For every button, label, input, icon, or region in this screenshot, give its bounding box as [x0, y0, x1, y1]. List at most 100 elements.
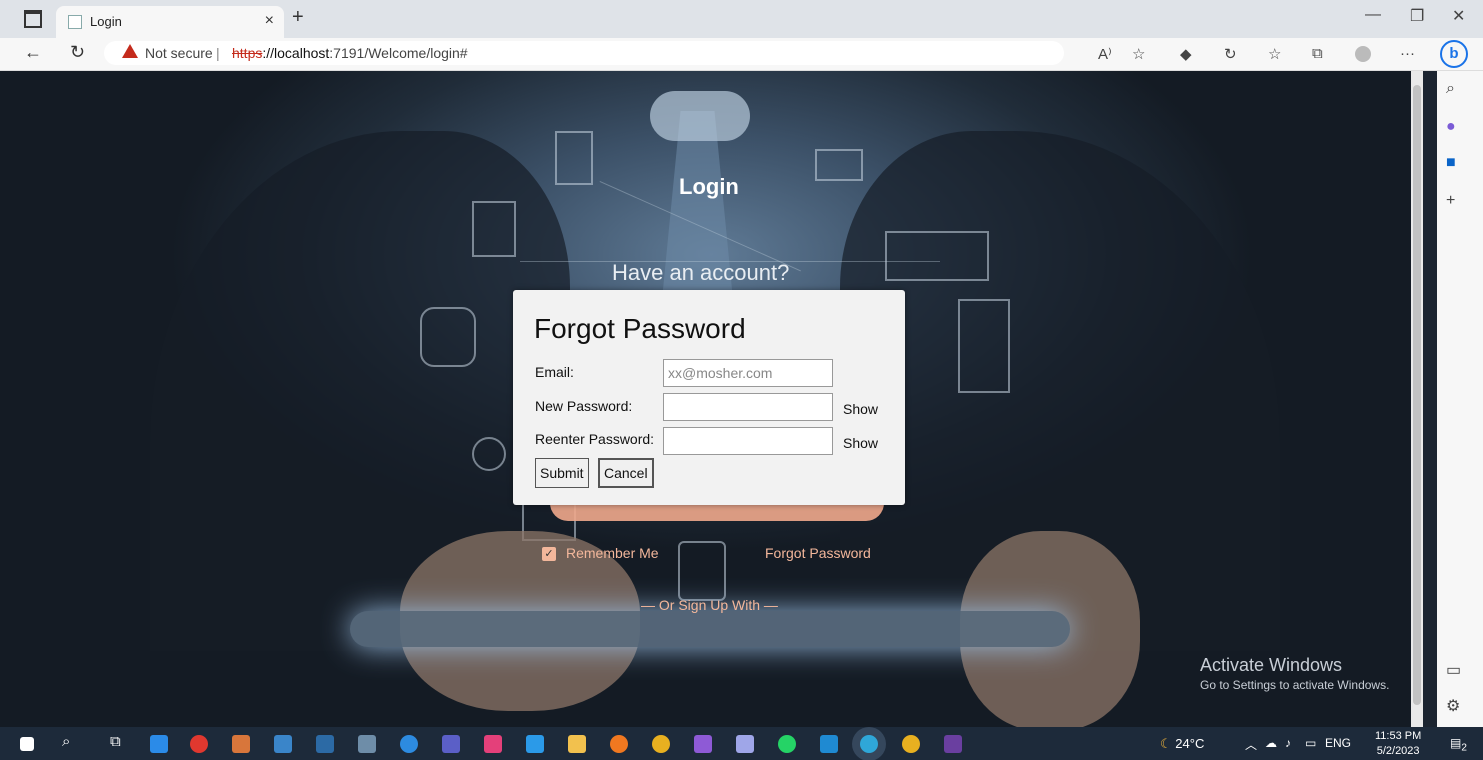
background-network-icon — [958, 299, 1010, 393]
activate-windows-title: Activate Windows — [1200, 655, 1343, 675]
terminal-icon[interactable] — [944, 735, 962, 753]
app-icon[interactable] — [400, 735, 418, 753]
app-icon[interactable] — [190, 735, 208, 753]
firefox-icon[interactable] — [610, 735, 628, 753]
sidebar-panel-icon[interactable]: ▭ — [1446, 660, 1461, 680]
reenter-password-input[interactable] — [663, 427, 833, 455]
teams-icon[interactable] — [442, 735, 460, 753]
sidebar-settings-icon[interactable]: ⚙ — [1446, 696, 1460, 716]
start-icon[interactable] — [20, 737, 34, 751]
language-indicator[interactable]: ENG — [1325, 736, 1351, 750]
page-favicon-icon — [68, 15, 82, 29]
clock[interactable]: 11:53 PM 5/2/2023 — [1375, 729, 1421, 759]
url-scheme: https — [232, 45, 263, 61]
background-cloud-icon — [650, 91, 750, 141]
settings-menu-icon[interactable]: ··· — [1400, 45, 1415, 62]
visual-studio-icon[interactable] — [694, 735, 712, 753]
weather-widget[interactable]: ☾ 24°C — [1160, 736, 1204, 752]
or-sign-up-text: — Or Sign Up With — — [641, 597, 778, 613]
background-database-icon — [420, 307, 476, 367]
tab-actions-icon[interactable] — [24, 10, 42, 28]
extension-icon[interactable]: ◆ — [1180, 45, 1192, 63]
favorites-icon[interactable]: ☆ — [1268, 45, 1281, 63]
refresh-extension-icon[interactable]: ↻ — [1224, 45, 1237, 63]
minimize-icon[interactable]: — — [1365, 6, 1381, 24]
collections-icon[interactable]: ⧉ — [1312, 45, 1323, 62]
remember-me-checkbox[interactable]: ✓ Remember Me — [542, 545, 659, 562]
restore-icon[interactable]: ❐ — [1410, 6, 1424, 26]
vscode-icon[interactable] — [820, 735, 838, 753]
show-new-password-toggle[interactable]: Show — [843, 401, 878, 417]
background-mail-icon — [815, 149, 863, 181]
back-icon[interactable]: ← — [24, 42, 42, 63]
tab-login[interactable]: Login × — [56, 6, 284, 38]
app-icon[interactable] — [358, 735, 376, 753]
read-aloud-icon[interactable]: A⁾ — [1098, 45, 1112, 63]
add-favorite-icon[interactable]: ☆ — [1132, 45, 1145, 63]
url-host: ://localhost — [262, 45, 330, 61]
forgot-password-link[interactable]: Forgot Password — [765, 545, 871, 561]
address-toolbar: ← ↻ Not secure | https://localhost:7191/… — [0, 38, 1483, 71]
whatsapp-icon[interactable] — [778, 735, 796, 753]
checkmark-icon: ✓ — [542, 547, 556, 562]
close-window-icon[interactable]: ✕ — [1452, 6, 1465, 26]
browser-tab-strip: Login × + — ❐ ✕ — [0, 0, 1483, 38]
edge-sidebar — [1437, 71, 1483, 727]
cancel-button[interactable]: Cancel — [598, 458, 654, 488]
volume-icon[interactable]: ♪ — [1285, 736, 1291, 750]
search-icon[interactable]: ⌕ — [1446, 80, 1455, 98]
bing-chat-icon[interactable]: b — [1440, 40, 1468, 68]
temperature: 24°C — [1175, 736, 1205, 751]
intellij-icon[interactable] — [484, 735, 502, 753]
outlook-icon[interactable]: ■ — [1446, 154, 1456, 172]
tab-title: Login — [90, 14, 122, 29]
url-text[interactable]: https://localhost:7191/Welcome/login# — [232, 45, 468, 61]
warning-icon — [122, 44, 138, 58]
profile-avatar[interactable] — [1355, 46, 1371, 62]
battery-icon[interactable]: ▭ — [1305, 736, 1316, 750]
background-lock-icon — [678, 541, 726, 601]
app-icon[interactable] — [316, 735, 334, 753]
file-explorer-icon[interactable] — [568, 735, 586, 753]
have-account-heading: Have an account? — [612, 260, 790, 285]
store-icon[interactable] — [274, 735, 292, 753]
task-view-icon[interactable]: ⧉ — [110, 733, 121, 750]
clock-date: 5/2/2023 — [1376, 745, 1420, 757]
network-icon[interactable]: ☁ — [1265, 736, 1277, 750]
new-password-input[interactable] — [663, 393, 833, 421]
background-phone-icon — [555, 131, 593, 185]
app-icon[interactable] — [232, 735, 250, 753]
background-close-icon — [472, 437, 506, 471]
tab-close-icon[interactable]: × — [265, 12, 274, 30]
not-secure-label[interactable]: Not secure — [145, 45, 213, 61]
chrome-icon[interactable] — [652, 735, 670, 753]
app-icon[interactable] — [526, 735, 544, 753]
todo-app-icon[interactable] — [150, 735, 168, 753]
login-heading: Login — [679, 174, 739, 199]
email-input[interactable] — [663, 359, 833, 387]
search-taskbar-icon[interactable]: ⌕ — [62, 733, 70, 750]
notifications-icon[interactable]: ▤2 — [1450, 736, 1467, 753]
background-server-icon — [885, 231, 989, 281]
app-icon[interactable] — [736, 735, 754, 753]
address-bar[interactable]: Not secure | https://localhost:7191/Welc… — [104, 41, 1064, 65]
hidden-icons-chevron-icon[interactable]: ︿ — [1245, 736, 1257, 753]
submit-button[interactable]: Submit — [535, 458, 589, 488]
background-tablet — [350, 611, 1070, 647]
remember-me-label: Remember Me — [566, 545, 659, 561]
weather-moon-icon: ☾ — [1160, 736, 1172, 751]
background-tablet-icon — [472, 201, 516, 257]
edge-icon[interactable] — [860, 735, 878, 753]
new-tab-icon[interactable]: + — [292, 6, 304, 29]
windows-taskbar: ⌕ ⧉ ☾ 24°C ︿ ☁ ♪ ▭ ENG 11:53 PM 5/2/2023… — [0, 727, 1483, 760]
show-reenter-password-toggle[interactable]: Show — [843, 435, 878, 451]
reenter-password-label: Reenter Password: — [535, 431, 655, 447]
url-path: :7191/Welcome/login# — [329, 45, 468, 61]
chrome-icon[interactable] — [902, 735, 920, 753]
add-sidebar-app-icon[interactable]: + — [1446, 192, 1455, 210]
refresh-icon[interactable]: ↻ — [70, 42, 85, 63]
new-password-label: New Password: — [535, 398, 633, 414]
scrollbar-thumb[interactable] — [1413, 85, 1421, 705]
login-page-background: Login Have an account? ✓ Remember Me Forg… — [0, 71, 1423, 727]
shopping-icon[interactable]: ● — [1446, 118, 1456, 136]
